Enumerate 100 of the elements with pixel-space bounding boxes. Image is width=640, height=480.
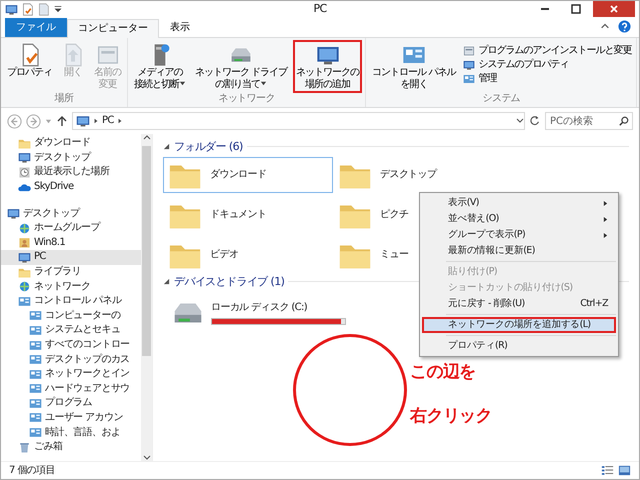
nav-item[interactable]: ネットワークとイン bbox=[1, 366, 141, 382]
manage-icon bbox=[463, 73, 476, 85]
nav-item[interactable]: ごみ箱 bbox=[1, 440, 141, 454]
pc-icon bbox=[18, 250, 31, 264]
caret-icon bbox=[179, 80, 186, 88]
menu-item[interactable]: ネットワークの場所を追加する(L) bbox=[422, 317, 616, 333]
nav-item[interactable]: デスクトップ bbox=[1, 150, 141, 166]
minimize-icon bbox=[541, 8, 549, 10]
close-icon bbox=[609, 4, 619, 14]
ribbon-button[interactable]: システムのプロパティ bbox=[461, 58, 634, 72]
details-view-icon[interactable] bbox=[601, 464, 614, 477]
folder-item[interactable]: ビデオ bbox=[163, 237, 333, 274]
nav-item[interactable]: Win8.1 bbox=[1, 236, 141, 250]
ribbon-button[interactable]: ネットワークの 場所の追加 bbox=[293, 40, 362, 93]
search-icon bbox=[619, 116, 629, 126]
globe-icon bbox=[18, 222, 31, 235]
clock-icon bbox=[18, 166, 31, 179]
caret-icon bbox=[260, 80, 268, 88]
monitor-icon bbox=[7, 207, 20, 220]
nav-item[interactable]: ダウンロード bbox=[1, 136, 141, 151]
control-panel-icon bbox=[18, 294, 31, 308]
drive-item[interactable]: ローカル ディスク (C:) bbox=[211, 302, 346, 314]
ribbon-button[interactable]: プロパティ bbox=[4, 40, 55, 93]
nav-item[interactable]: プログラム bbox=[1, 396, 141, 411]
menu-item[interactable]: グループで表示(P) bbox=[422, 227, 616, 243]
ribbon-tab[interactable]: コンピューター bbox=[67, 19, 159, 38]
help-icon[interactable] bbox=[618, 20, 631, 33]
group-header[interactable]: フォルダー (6) bbox=[174, 140, 243, 154]
close-button[interactable] bbox=[593, 1, 635, 17]
annotation-text: 右クリック bbox=[410, 406, 492, 426]
menu-item[interactable]: 並べ替え(O) bbox=[422, 211, 616, 227]
monitor-icon bbox=[18, 151, 31, 164]
scroll-up-icon[interactable] bbox=[142, 134, 150, 142]
scrollbar[interactable] bbox=[141, 134, 152, 461]
ribbon-button[interactable]: メディアの 接続と切断 bbox=[131, 40, 189, 93]
control-panel-icon bbox=[29, 368, 42, 381]
ribbon-button[interactable]: ネットワーク ドライブ の割り当て bbox=[192, 40, 290, 93]
nav-item[interactable]: システムとセキュ bbox=[1, 323, 141, 338]
nav-item[interactable]: PC bbox=[1, 250, 141, 265]
nav-item[interactable]: SkyDrive bbox=[1, 180, 141, 194]
menu-item[interactable]: プロパティ(R) bbox=[422, 338, 616, 354]
address-field[interactable]: PC bbox=[72, 112, 525, 130]
nav-item[interactable]: すべてのコントロー bbox=[1, 338, 141, 352]
pc-icon bbox=[5, 2, 18, 16]
trash-icon bbox=[18, 440, 31, 454]
control-panel-icon bbox=[29, 324, 42, 337]
submenu-arrow-icon bbox=[603, 216, 608, 222]
collapse-icon[interactable] bbox=[163, 143, 170, 150]
menu-item[interactable]: 元に戻す - 削除(U) Ctrl+Z bbox=[422, 296, 616, 312]
path-segment[interactable]: PC bbox=[102, 115, 114, 127]
nav-item[interactable]: ホームグループ bbox=[1, 220, 141, 236]
submenu-arrow-icon bbox=[603, 232, 608, 238]
maximize-icon bbox=[571, 4, 581, 14]
dropdown-icon[interactable] bbox=[53, 4, 63, 14]
ribbon-tab[interactable]: 表示 bbox=[159, 18, 201, 37]
large-icons-view-icon[interactable] bbox=[618, 464, 631, 477]
user-folder-icon bbox=[18, 236, 31, 250]
folder-item[interactable]: ダウンロード bbox=[163, 157, 333, 194]
submenu-arrow-icon bbox=[603, 200, 608, 206]
menu-item[interactable]: 最新の情報に更新(E) bbox=[422, 243, 616, 259]
folder-item[interactable]: デスクトップ bbox=[333, 157, 503, 194]
chevron-icon bbox=[116, 117, 123, 125]
collapse-icon[interactable] bbox=[163, 278, 170, 286]
nav-item[interactable]: コントロール パネル bbox=[1, 294, 141, 309]
ribbon-button[interactable]: 管理 bbox=[461, 72, 634, 86]
nav-item[interactable]: ハードウェアとサウ bbox=[1, 382, 141, 396]
chevron-icon bbox=[93, 117, 99, 125]
nav-item[interactable]: デスクトップのカス bbox=[1, 352, 141, 367]
nav-item[interactable]: ライブラリ bbox=[1, 264, 141, 280]
nav-item[interactable]: コンピューターの bbox=[1, 308, 141, 324]
group-label: 場所 bbox=[54, 93, 74, 106]
up-icon[interactable] bbox=[56, 115, 68, 127]
scroll-down-icon[interactable] bbox=[142, 453, 150, 461]
group-label: システム bbox=[482, 93, 520, 106]
ribbon-tab[interactable]: ファイル bbox=[5, 18, 67, 37]
nav-item[interactable]: ネットワーク bbox=[1, 279, 141, 294]
pc-icon bbox=[76, 114, 90, 128]
programs-icon bbox=[463, 45, 476, 57]
network-icon bbox=[18, 280, 31, 294]
control-panel-icon bbox=[29, 338, 42, 352]
ribbon-button[interactable]: プログラムのアンインストールと変更 bbox=[461, 44, 634, 58]
nav-item[interactable]: ユーザー アカウン bbox=[1, 410, 141, 426]
menu-item[interactable]: 表示(V) bbox=[422, 195, 616, 211]
monitor-icon bbox=[463, 59, 476, 71]
window-title: PC bbox=[313, 2, 327, 16]
nav-item[interactable]: 最近表示した場所 bbox=[1, 165, 141, 180]
dropdown-icon[interactable] bbox=[516, 117, 524, 125]
nav-item[interactable]: デスクトップ bbox=[1, 206, 141, 221]
control-panel-icon bbox=[29, 396, 42, 410]
search-field[interactable]: PCの検索 bbox=[545, 112, 633, 130]
control-panel-icon bbox=[29, 411, 42, 424]
group-header[interactable]: デバイスとドライブ (1) bbox=[174, 275, 284, 288]
folder-item[interactable]: ドキュメント bbox=[163, 197, 333, 234]
control-panel-icon bbox=[29, 353, 42, 366]
ribbon-button[interactable]: コントロール パネル を開く bbox=[369, 40, 458, 93]
properties-icon[interactable] bbox=[21, 2, 34, 16]
control-panel-icon bbox=[29, 426, 42, 440]
nav-item[interactable]: 時計、言語、およ bbox=[1, 425, 141, 440]
item-count: 7 個の項目 bbox=[9, 464, 55, 476]
refresh-icon[interactable] bbox=[529, 115, 541, 127]
